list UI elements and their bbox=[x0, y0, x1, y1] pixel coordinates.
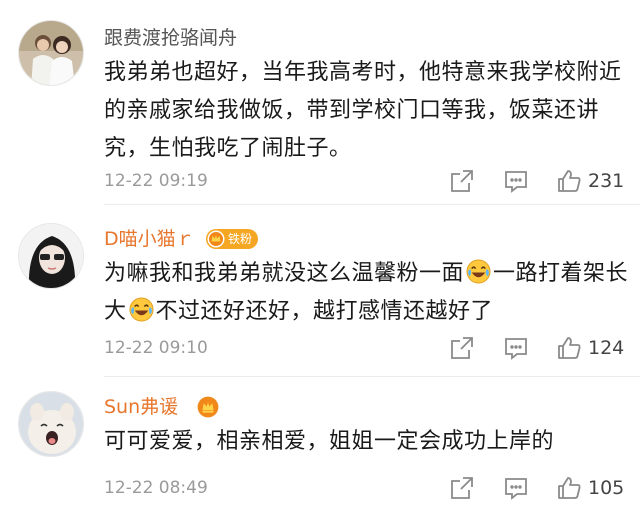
text-segment: 为嘛我和我弟弟就没这么温馨粉一面 bbox=[104, 261, 465, 286]
comment-item: D喵小猫ｒ 铁粉 为嘛我和我弟弟就没这么温馨粉一面 一路打着架长大 不过还好还好… bbox=[0, 205, 640, 377]
like-count: 124 bbox=[588, 337, 625, 359]
badge-label: 铁粉 bbox=[228, 232, 253, 246]
reply-button[interactable] bbox=[503, 166, 529, 196]
avatar[interactable] bbox=[18, 223, 84, 289]
laughing-crying-emoji bbox=[466, 259, 491, 284]
comment-item: 跟费渡抢骆闻舟 我弟弟也超好，当年我高考时，他特意来我学校附近的亲戚家给我做饭，… bbox=[0, 0, 640, 205]
thumbs-up-icon bbox=[558, 337, 581, 359]
timestamp: 12-22 09:10 bbox=[104, 338, 208, 358]
comment-text: 可可爱爱，相亲相爱，姐姐一定会成功上岸的 bbox=[104, 429, 555, 454]
comment-text: 为嘛我和我弟弟就没这么温馨粉一面 一路打着架长大 不过还好还好，越打感情还越好了 bbox=[104, 255, 634, 331]
timestamp: 12-22 09:19 bbox=[104, 171, 208, 191]
share-icon bbox=[451, 337, 473, 359]
share-button[interactable] bbox=[449, 473, 475, 503]
reply-button[interactable] bbox=[503, 473, 529, 503]
comment-icon bbox=[505, 171, 527, 193]
username[interactable]: D喵小猫ｒ bbox=[104, 225, 195, 253]
reply-button[interactable] bbox=[503, 333, 529, 363]
vip-crown-icon bbox=[207, 230, 225, 248]
like-button[interactable]: 231 bbox=[556, 166, 624, 196]
like-count: 231 bbox=[588, 170, 625, 192]
like-button[interactable]: 124 bbox=[556, 333, 624, 363]
username[interactable]: 跟费渡抢骆闻舟 bbox=[104, 24, 237, 52]
like-button[interactable]: 105 bbox=[556, 473, 624, 503]
username[interactable]: Sun弗谖 bbox=[104, 393, 178, 421]
avatar[interactable] bbox=[18, 20, 84, 86]
like-count: 105 bbox=[588, 477, 625, 499]
text-segment: 不过还好还好，越打感情还越好了 bbox=[155, 299, 494, 324]
vip-crown-icon bbox=[197, 396, 219, 418]
thumbs-up-icon bbox=[558, 477, 581, 499]
comment-icon bbox=[505, 478, 527, 500]
comment-item: Sun弗谖 可可爱爱，相亲相爱，姐姐一定会成功上岸的 12-22 08:49 1 bbox=[0, 377, 640, 524]
share-icon bbox=[451, 477, 473, 499]
vip-badge bbox=[197, 396, 219, 418]
timestamp: 12-22 08:49 bbox=[104, 478, 208, 498]
share-button[interactable] bbox=[449, 166, 475, 196]
comment-icon bbox=[505, 338, 527, 360]
fan-badge: 铁粉 bbox=[206, 228, 259, 250]
share-button[interactable] bbox=[449, 333, 475, 363]
comment-list: 跟费渡抢骆闻舟 我弟弟也超好，当年我高考时，他特意来我学校附近的亲戚家给我做饭，… bbox=[0, 0, 640, 524]
thumbs-up-icon bbox=[558, 170, 581, 192]
avatar[interactable] bbox=[18, 391, 84, 457]
share-icon bbox=[451, 170, 473, 192]
laughing-crying-emoji bbox=[128, 297, 154, 322]
comment-text: 我弟弟也超好，当年我高考时，他特意来我学校附近的亲戚家给我做饭，带到学校门口等我… bbox=[104, 60, 622, 161]
